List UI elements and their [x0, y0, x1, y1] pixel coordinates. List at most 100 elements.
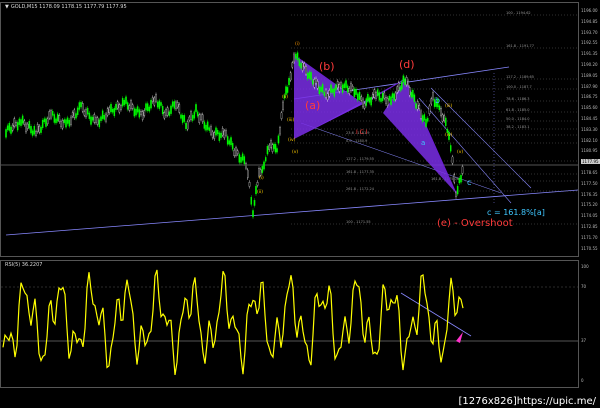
candle-body [83, 111, 86, 116]
candle-body [226, 136, 229, 145]
price-tick-label: 1171.70 [581, 234, 598, 240]
subwave-label: (iv) [288, 137, 296, 143]
candle-body [68, 119, 71, 127]
candle-body [241, 153, 244, 161]
candle-body [216, 130, 219, 135]
candle-body [8, 123, 11, 131]
candle-body [321, 84, 324, 93]
price-chart-pane[interactable]: ▼ GOLD,M15 1178.09 1178.15 1177.79 1177.9… [0, 2, 579, 257]
candle-body [75, 113, 77, 119]
candle-body [155, 94, 157, 102]
candle-body [36, 124, 39, 132]
candle-body [368, 97, 371, 103]
candle-body [171, 101, 174, 107]
candle-body [160, 102, 162, 106]
price-tick-label: 1187.90 [581, 83, 598, 89]
candle-body [100, 116, 102, 122]
candle-body [148, 106, 151, 112]
candle-body [28, 121, 31, 129]
candle-body [318, 86, 321, 95]
subwave-label: (iii) [287, 117, 295, 123]
wave-label-e-overshoot: (e) - Overshoot [437, 218, 513, 229]
candle-body [33, 126, 36, 135]
candle-body [136, 106, 139, 113]
price-tick-label: 1174.05 [581, 213, 598, 219]
candle-body [381, 92, 384, 101]
candle-body [245, 163, 247, 169]
candle-body [413, 94, 416, 102]
price-plot[interactable]: 100 - 1194.62 161.8 - 1191.77 127.2 - 1189… [1, 3, 578, 256]
candle-body [236, 150, 239, 155]
candle-body [186, 121, 189, 130]
candle-body [336, 81, 339, 89]
candle-body [6, 125, 9, 131]
candle-body [26, 123, 29, 130]
candle-body [228, 140, 231, 145]
candle-body [375, 92, 377, 99]
price-tick-label: 1177.50 [581, 180, 598, 186]
candle-body [95, 117, 97, 123]
candle-body [110, 103, 112, 113]
candle-body [145, 103, 147, 111]
candle-body [345, 80, 347, 88]
candle-body [230, 137, 232, 146]
subwave-label: (v) [457, 149, 463, 155]
candle-body [46, 118, 49, 125]
candle-body [291, 62, 294, 68]
candle-body [276, 148, 278, 153]
candle-body [285, 86, 287, 95]
candle-body [363, 103, 366, 109]
price-tick-label: 1191.35 [581, 51, 598, 57]
candle-body [246, 169, 249, 179]
candle-body [135, 108, 137, 116]
price-tick-label: 1175.20 [581, 202, 598, 208]
candle-body [264, 157, 267, 162]
price-tick-label: 1192.55 [581, 40, 598, 46]
price-tick-label: 1182.10 [581, 137, 598, 143]
small-wave-c: c [467, 178, 471, 187]
rsi-plot[interactable] [1, 261, 578, 387]
candle-body [405, 77, 408, 85]
candle-body [48, 111, 51, 119]
rsi-pane[interactable]: RSI(5) 36.2207 [0, 260, 579, 388]
candle-body [383, 92, 386, 99]
candle-body [270, 140, 272, 148]
candle-body [271, 144, 274, 152]
candle-body [288, 78, 290, 86]
candle-body [105, 113, 107, 122]
candle-body [50, 110, 52, 119]
candle-body [225, 130, 227, 136]
candle-body [415, 103, 417, 109]
candle-body [280, 112, 283, 119]
candle-body [446, 129, 449, 133]
candle-body [300, 62, 302, 69]
candle-body [141, 111, 144, 120]
price-axis: 1196.00 1194.85 1193.70 1192.55 1191.35 1190.… [579, 2, 600, 257]
candle-body [218, 132, 221, 141]
fib-level-label: 100.0 - 1187.7 [506, 85, 532, 89]
candle-body [13, 118, 16, 127]
candle-body [438, 105, 441, 111]
candle-body [338, 84, 341, 92]
candle-body [399, 86, 402, 91]
candle-body [273, 143, 275, 149]
candle-body [41, 120, 44, 129]
candle-body [131, 104, 134, 109]
candle-body [15, 122, 17, 126]
candle-body [143, 110, 146, 116]
candle-body [410, 92, 413, 98]
rsi-series-line [2, 269, 464, 375]
wave-label-b: (b) [319, 60, 335, 73]
candle-body [376, 89, 379, 96]
candle-body [443, 115, 445, 122]
candle-body [231, 142, 234, 150]
subwave-label: (ii) [282, 94, 288, 100]
price-tick-label: 1193.70 [581, 29, 598, 35]
candle-body [153, 97, 156, 106]
candle-body [21, 115, 24, 124]
candle-body [111, 108, 114, 113]
candle-body [378, 92, 381, 101]
candle-body [60, 121, 62, 127]
candle-body [56, 113, 59, 122]
candle-body [385, 97, 387, 104]
